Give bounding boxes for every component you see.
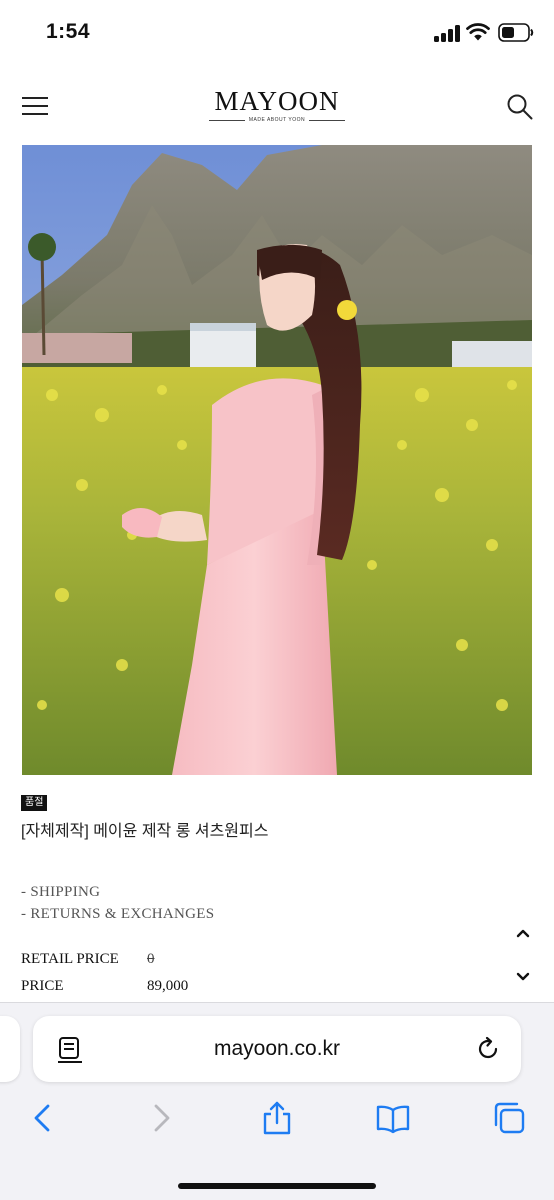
- logo-subtitle: MADE ABOUT YOON: [248, 117, 306, 123]
- address-bar[interactable]: mayoon.co.kr: [33, 1016, 521, 1082]
- status-time: 1:54: [46, 20, 91, 43]
- price-value: 89,000: [147, 978, 189, 994]
- retail-price-value: 0: [147, 951, 155, 967]
- forward-icon[interactable]: [144, 1101, 178, 1135]
- back-icon[interactable]: [26, 1101, 60, 1135]
- logo-subtitle-row: MADE ABOUT YOON: [187, 117, 367, 123]
- status-bar: 1:54: [0, 0, 554, 68]
- menu-icon[interactable]: [22, 96, 48, 116]
- previous-tab-preview[interactable]: [0, 1016, 20, 1082]
- tabs-icon[interactable]: [492, 1101, 526, 1135]
- site-header: MAYOON MADE ABOUT YOON: [0, 78, 554, 134]
- wifi-icon: [466, 23, 490, 41]
- cellular-signal-icon: [434, 24, 460, 42]
- product-name: [자체제작] 메이윤 제작 롱 셔츠원피스: [21, 823, 269, 840]
- sold-out-badge: 품절: [21, 795, 48, 811]
- site-logo[interactable]: MAYOON MADE ABOUT YOON: [187, 86, 367, 123]
- retail-price-label: RETAIL PRICE: [21, 951, 119, 967]
- price-label: PRICE: [21, 978, 64, 994]
- chevron-up-icon[interactable]: [512, 923, 534, 945]
- bookmarks-icon[interactable]: [376, 1101, 410, 1135]
- logo-line-right: [309, 119, 346, 121]
- returns-exchanges-link[interactable]: - RETURNS & EXCHANGES: [21, 906, 214, 923]
- logo-line-left: [208, 119, 245, 121]
- chevron-down-icon[interactable]: [512, 965, 534, 987]
- battery-icon: [498, 23, 534, 42]
- url-text: mayoon.co.kr: [213, 1037, 341, 1060]
- reload-icon[interactable]: [475, 1036, 501, 1062]
- logo-text: MAYOON: [214, 86, 340, 116]
- browser-bottom-bar: mayoon.co.kr: [0, 1002, 554, 1200]
- search-icon[interactable]: [506, 93, 534, 121]
- shipping-link[interactable]: - SHIPPING: [21, 884, 100, 901]
- home-indicator: [178, 1183, 376, 1189]
- product-image[interactable]: [22, 145, 532, 775]
- share-icon[interactable]: [260, 1101, 294, 1135]
